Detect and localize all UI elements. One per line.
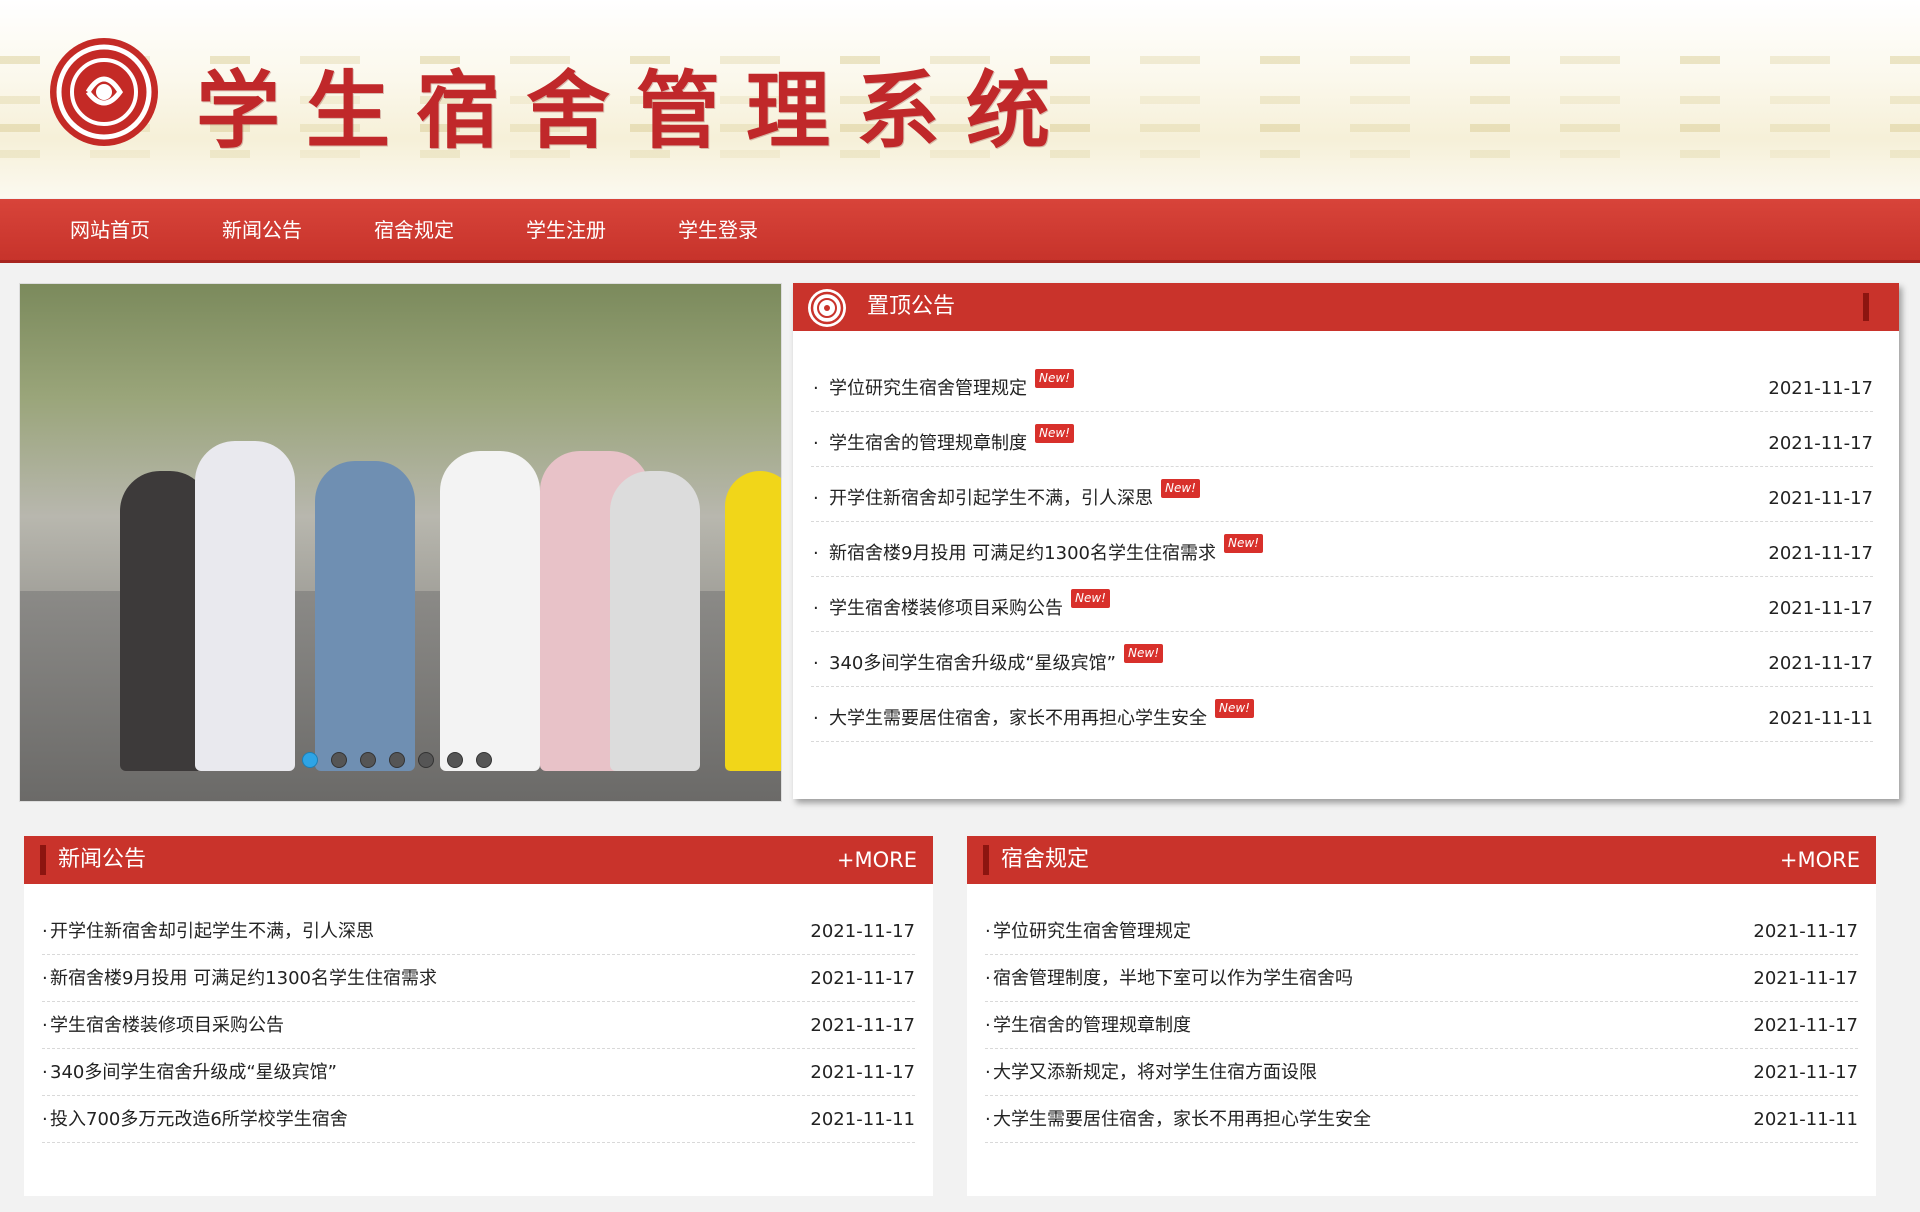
news-item-title[interactable]: 投入700多万元改造6所学校学生宿舍 [42,1109,348,1130]
notice-title[interactable]: 学生宿舍的管理规章制度 [811,433,1027,454]
nav-dorm-rules[interactable]: 宿舍规定 [338,199,490,260]
news-title: 新闻公告 [58,847,147,872]
rules-list: 学位研究生宿舍管理规定 2021-11-17 宿舍管理制度，半地下室可以作为学生宿… [967,884,1876,1143]
new-badge: New! [1071,589,1110,608]
carousel-figure [725,471,781,771]
news-list: 开学住新宿舍却引起学生不满，引人深思 2021-11-17 新宿舍楼9月投用 可满… [24,884,933,1143]
news-item-title[interactable]: 开学住新宿舍却引起学生不满，引人深思 [42,921,374,942]
list-item[interactable]: 340多间学生宿舍升级成“星级宾馆” New! 2021-11-17 [811,632,1873,687]
news-item-date: 2021-11-11 [810,1109,915,1130]
new-badge: New! [1215,699,1254,718]
carousel-figure [195,441,295,771]
notice-emblem-icon [808,289,846,327]
carousel-figure [440,451,540,771]
rule-item-date: 2021-11-17 [1753,921,1858,942]
list-item[interactable]: 开学住新宿舍却引起学生不满，引人深思 2021-11-17 [42,908,915,955]
news-more-link[interactable]: +MORE [837,836,917,884]
rules-header: 宿舍规定 +MORE [967,836,1876,884]
list-item[interactable]: 大学生需要居住宿舍，家长不用再担心学生安全 2021-11-11 [985,1096,1858,1143]
list-item[interactable]: 新宿舍楼9月投用 可满足约1300名学生住宿需求 New! 2021-11-17 [811,522,1873,577]
carousel-dot[interactable] [360,752,376,768]
notice-title[interactable]: 开学住新宿舍却引起学生不满，引人深思 [811,488,1153,509]
rules-more-link[interactable]: +MORE [1780,836,1860,884]
carousel-figure [610,471,700,771]
site-title: 学生宿舍管理系统 [196,61,1077,160]
rules-title: 宿舍规定 [1001,847,1090,872]
new-badge: New! [1035,424,1074,443]
nav-login[interactable]: 学生登录 [642,199,794,260]
new-badge: New! [1161,479,1200,498]
list-item[interactable]: 学生宿舍楼装修项目采购公告 New! 2021-11-17 [811,577,1873,632]
list-item[interactable]: 学位研究生宿舍管理规定 2021-11-17 [985,908,1858,955]
new-badge: New! [1223,534,1263,553]
notice-date: 2021-11-17 [1768,653,1873,674]
news-item-date: 2021-11-17 [810,921,915,942]
list-item[interactable]: 大学又添新规定，将对学生住宿方面设限 2021-11-17 [985,1049,1858,1096]
site-header: 学生宿舍管理系统 [0,0,1920,198]
pinned-header: 置顶公告 [793,283,1899,331]
notice-date: 2021-11-11 [1768,708,1873,729]
rule-item-date: 2021-11-17 [1753,968,1858,989]
header-marker [40,845,46,875]
carousel-dot[interactable] [447,752,463,768]
nav-news[interactable]: 新闻公告 [186,199,338,260]
rule-item-title[interactable]: 学生宿舍的管理规章制度 [985,1015,1191,1036]
news-item-title[interactable]: 学生宿舍楼装修项目采购公告 [42,1015,284,1036]
new-badge: New! [1035,369,1074,388]
carousel-dot[interactable] [389,752,405,768]
list-item[interactable]: 新宿舍楼9月投用 可满足约1300名学生住宿需求 2021-11-17 [42,955,915,1002]
news-item-title[interactable]: 340多间学生宿舍升级成“星级宾馆” [42,1062,337,1083]
rule-item-title[interactable]: 大学又添新规定，将对学生住宿方面设限 [985,1062,1317,1083]
list-item[interactable]: 大学生需要居住宿舍，家长不用再担心学生安全 New! 2021-11-11 [811,687,1873,742]
pinned-list: 学位研究生宿舍管理规定 New! 2021-11-17 学生宿舍的管理规章制度 New… [793,331,1899,742]
news-item-title[interactable]: 新宿舍楼9月投用 可满足约1300名学生住宿需求 [42,968,437,989]
nav-home[interactable]: 网站首页 [34,199,186,260]
pinned-title: 置顶公告 [867,294,956,319]
pinned-notices-panel: 置顶公告 学位研究生宿舍管理规定 New! 2021-11-17 学生宿舍的管理规章… [793,283,1899,799]
header-marker [1863,293,1869,321]
notice-date: 2021-11-17 [1768,543,1873,564]
notice-date: 2021-11-17 [1768,598,1873,619]
notice-title[interactable]: 学位研究生宿舍管理规定 [811,378,1027,399]
notice-title[interactable]: 新宿舍楼9月投用 可满足约1300名学生住宿需求 [811,543,1216,564]
notice-title[interactable]: 340多间学生宿舍升级成“星级宾馆” [811,653,1116,674]
carousel-dot[interactable] [476,752,492,768]
carousel-dot[interactable] [331,752,347,768]
carousel-dot[interactable] [302,752,318,768]
rule-item-title[interactable]: 学位研究生宿舍管理规定 [985,921,1191,942]
list-item[interactable]: 学生宿舍楼装修项目采购公告 2021-11-17 [42,1002,915,1049]
dorm-rules-panel: 宿舍规定 +MORE 学位研究生宿舍管理规定 2021-11-17 宿舍管理制度，… [967,836,1876,1196]
rule-item-date: 2021-11-17 [1753,1015,1858,1036]
notice-date: 2021-11-17 [1768,488,1873,509]
list-item[interactable]: 开学住新宿舍却引起学生不满，引人深思 New! 2021-11-17 [811,467,1873,522]
rule-item-date: 2021-11-11 [1753,1109,1858,1130]
site-logo-icon[interactable] [48,36,160,148]
list-item[interactable]: 宿舍管理制度，半地下室可以作为学生宿舍吗 2021-11-17 [985,955,1858,1002]
news-panel: 新闻公告 +MORE 开学住新宿舍却引起学生不满，引人深思 2021-11-17 … [24,836,933,1196]
header-marker [983,845,989,875]
nav-register[interactable]: 学生注册 [490,199,642,260]
new-badge: New! [1124,644,1163,663]
rule-item-title[interactable]: 宿舍管理制度，半地下室可以作为学生宿舍吗 [985,968,1353,989]
main-nav: 网站首页 新闻公告 宿舍规定 学生注册 学生登录 [0,199,1920,263]
list-item[interactable]: 学位研究生宿舍管理规定 New! 2021-11-17 [811,357,1873,412]
notice-date: 2021-11-17 [1768,433,1873,454]
notice-title[interactable]: 学生宿舍楼装修项目采购公告 [811,598,1063,619]
rule-item-title[interactable]: 大学生需要居住宿舍，家长不用再担心学生安全 [985,1109,1371,1130]
news-item-date: 2021-11-17 [810,968,915,989]
list-item[interactable]: 学生宿舍的管理规章制度 New! 2021-11-17 [811,412,1873,467]
list-item[interactable]: 340多间学生宿舍升级成“星级宾馆” 2021-11-17 [42,1049,915,1096]
rule-item-date: 2021-11-17 [1753,1062,1858,1083]
notice-title[interactable]: 大学生需要居住宿舍，家长不用再担心学生安全 [811,708,1207,729]
carousel-dot[interactable] [418,752,434,768]
news-item-date: 2021-11-17 [810,1015,915,1036]
list-item[interactable]: 学生宿舍的管理规章制度 2021-11-17 [985,1002,1858,1049]
news-header: 新闻公告 +MORE [24,836,933,884]
carousel-figure [315,461,415,771]
news-item-date: 2021-11-17 [810,1062,915,1083]
image-carousel[interactable] [19,283,782,802]
list-item[interactable]: 投入700多万元改造6所学校学生宿舍 2021-11-11 [42,1096,915,1143]
carousel-dots [302,752,492,768]
notice-date: 2021-11-17 [1768,378,1873,399]
